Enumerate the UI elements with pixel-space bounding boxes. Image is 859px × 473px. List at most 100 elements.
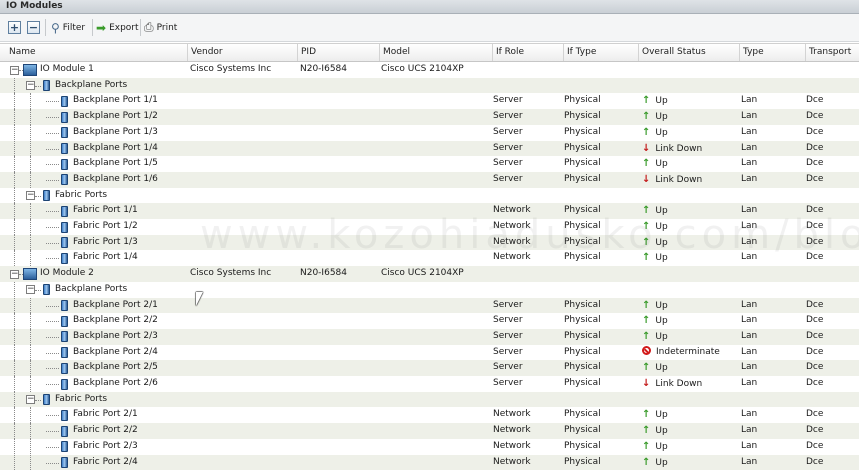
tree-connector [30,360,31,376]
collapse-toggle-icon[interactable]: − [26,81,35,91]
collapse-toggle-icon[interactable]: − [26,395,35,405]
module-row[interactable]: − IO Module 2 Cisco Systems Inc N20-I6584 Ci… [0,266,859,282]
collapse-toggle-icon[interactable]: − [26,191,35,201]
port-icon [61,95,68,107]
cell-ifrole: Network [493,440,531,451]
group-row[interactable]: − Fabric Ports [0,187,859,204]
table-row[interactable]: Fabric Port 2/4 Network Physical Lan Dce ↑ Up [0,454,859,471]
table-row[interactable]: Fabric Port 2/2 Network Physical Lan Dce ↑ Up [0,423,859,439]
table-row[interactable]: Backplane Port 1/3 Server Physical Lan Dce ↑ U… [0,124,859,141]
column-header-name[interactable]: Name [6,44,188,61]
column-header-if-role[interactable]: If Role [493,44,564,61]
column-header-overall-status[interactable]: Overall Status [639,44,740,61]
column-header-transport[interactable]: Transport [806,44,859,61]
tree-connector [14,109,15,125]
tree-connector [35,289,41,291]
up-arrow-icon: ↑ [642,158,651,170]
cell-iftype: Physical [564,236,601,247]
cell-transport: Dce [806,142,824,153]
table-row[interactable]: Fabric Port 2/3 Network Physical Lan Dce ↑ Up [0,438,859,455]
port-icon [61,331,68,343]
group-row[interactable]: − Backplane Ports [0,77,859,94]
table-row[interactable]: Fabric Port 1/2 Network Physical Lan Dce ↑ Up [0,219,859,235]
table-row[interactable]: Fabric Port 2/1 Network Physical Lan Dce ↑ Up [0,407,859,424]
up-arrow-icon: ↑ [642,330,651,342]
port-icon [61,221,68,233]
cell-model: Cisco UCS 2104XP [381,64,464,74]
tree-connector [30,109,31,125]
down-arrow-icon: ↓ [642,173,651,185]
row-name: Fabric Port 2/3 [73,440,138,451]
cell-transport: Dce [806,158,824,169]
tree-connector [14,376,15,392]
port-icon [61,252,68,264]
status-text: Up [655,127,668,138]
table-row[interactable]: Backplane Port 1/1 Server Physical Lan Dce ↑ U… [0,93,859,110]
cell-iftype: Physical [564,425,601,436]
table-row[interactable]: Fabric Port 1/3 Network Physical Lan Dce ↑ Up [0,234,859,251]
group-row[interactable]: − Fabric Ports [0,391,859,408]
table-row[interactable]: Fabric Port 1/1 Network Physical Lan Dce ↑ Up [0,203,859,219]
port-icon [61,362,68,374]
table-row[interactable]: Backplane Port 2/1 Server Physical Lan Dce ↑ U… [0,297,859,314]
table-row[interactable]: Backplane Port 2/5 Server Physical Lan Dce ↑ U… [0,360,859,376]
cell-iftype: Physical [564,221,601,231]
cell-ifrole: Server [493,346,523,357]
tree-connector [30,454,31,471]
module-row[interactable]: − IO Module 1 Cisco Systems Inc N20-I6584 Ci… [0,62,859,78]
cell-type: Lan [741,221,758,231]
up-arrow-icon: ↑ [642,252,651,264]
expand-all-button[interactable]: + [8,19,21,36]
status-text: Up [655,206,668,217]
table-row[interactable]: Backplane Port 2/3 Server Physical Lan Dce ↑ U… [0,328,859,345]
row-name: Backplane Port 2/4 [73,346,158,357]
toolbar-separator [92,19,93,36]
print-button[interactable]: ⎙ Print [144,19,177,36]
filter-button[interactable]: ⚲ Filter [51,19,85,36]
status-text: Up [655,331,668,342]
cell-ifrole: Server [493,378,523,388]
column-header-if-type[interactable]: If Type [564,44,639,61]
tree-connector [46,384,59,385]
tree-connector [14,313,15,329]
tree-connector [14,140,15,157]
cell-transport: Dce [806,362,824,373]
cell-type: Lan [741,142,758,153]
row-name: Fabric Ports [55,393,108,404]
tree-connector [30,250,31,267]
table-row[interactable]: Backplane Port 1/4 Server Physical Lan Dce ↓ L… [0,140,859,157]
tree-connector [14,391,15,408]
collapse-toggle-icon[interactable]: − [26,285,35,295]
up-arrow-icon: ↑ [642,111,651,123]
cell-ifrole: Network [493,252,531,263]
table-row[interactable]: Backplane Port 2/6 Server Physical Lan Dce ↓ L… [0,376,859,392]
filter-icon: ⚲ [51,20,60,35]
table-row[interactable]: Backplane Port 1/6 Server Physical Lan Dce ↓ L… [0,171,859,188]
collapse-toggle-icon[interactable]: − [10,269,19,279]
table-row[interactable]: Backplane Port 2/4 Server Physical Lan Dce In… [0,344,859,361]
export-button[interactable]: ➡ Export [96,19,139,36]
table-row[interactable]: Backplane Port 1/2 Server Physical Lan Dce ↑ U… [0,109,859,125]
cell-ifrole: Network [493,236,531,247]
port-icon [61,409,68,421]
row-name: Backplane Port 2/1 [73,299,158,310]
cell-status: ↑ Up [642,250,668,266]
table-row[interactable]: Fabric Port 1/4 Network Physical Lan Dce ↑ Up [0,250,859,267]
table-row[interactable]: Backplane Port 1/5 Server Physical Lan Dce ↑ U… [0,156,859,172]
table-row[interactable]: Backplane Port 2/2 Server Physical Lan Dce ↑ U… [0,313,859,329]
group-row[interactable]: − Backplane Ports [0,281,859,298]
cell-transport: Dce [806,425,824,436]
column-header-type[interactable]: Type [740,44,806,61]
collapse-all-button[interactable]: − [27,19,40,36]
collapse-toggle-icon[interactable]: − [10,65,19,75]
column-header-model[interactable]: Model [380,44,493,61]
cell-transport: Dce [806,221,824,231]
row-name: Backplane Port 1/1 [73,95,158,106]
up-arrow-icon: ↑ [642,456,651,468]
cell-type: Lan [741,126,758,137]
column-header-pid[interactable]: PID [298,44,380,61]
tree-connector [14,171,15,188]
cell-transport: Dce [806,173,824,184]
column-header-vendor[interactable]: Vendor [188,44,298,61]
tree-connector [46,258,59,260]
